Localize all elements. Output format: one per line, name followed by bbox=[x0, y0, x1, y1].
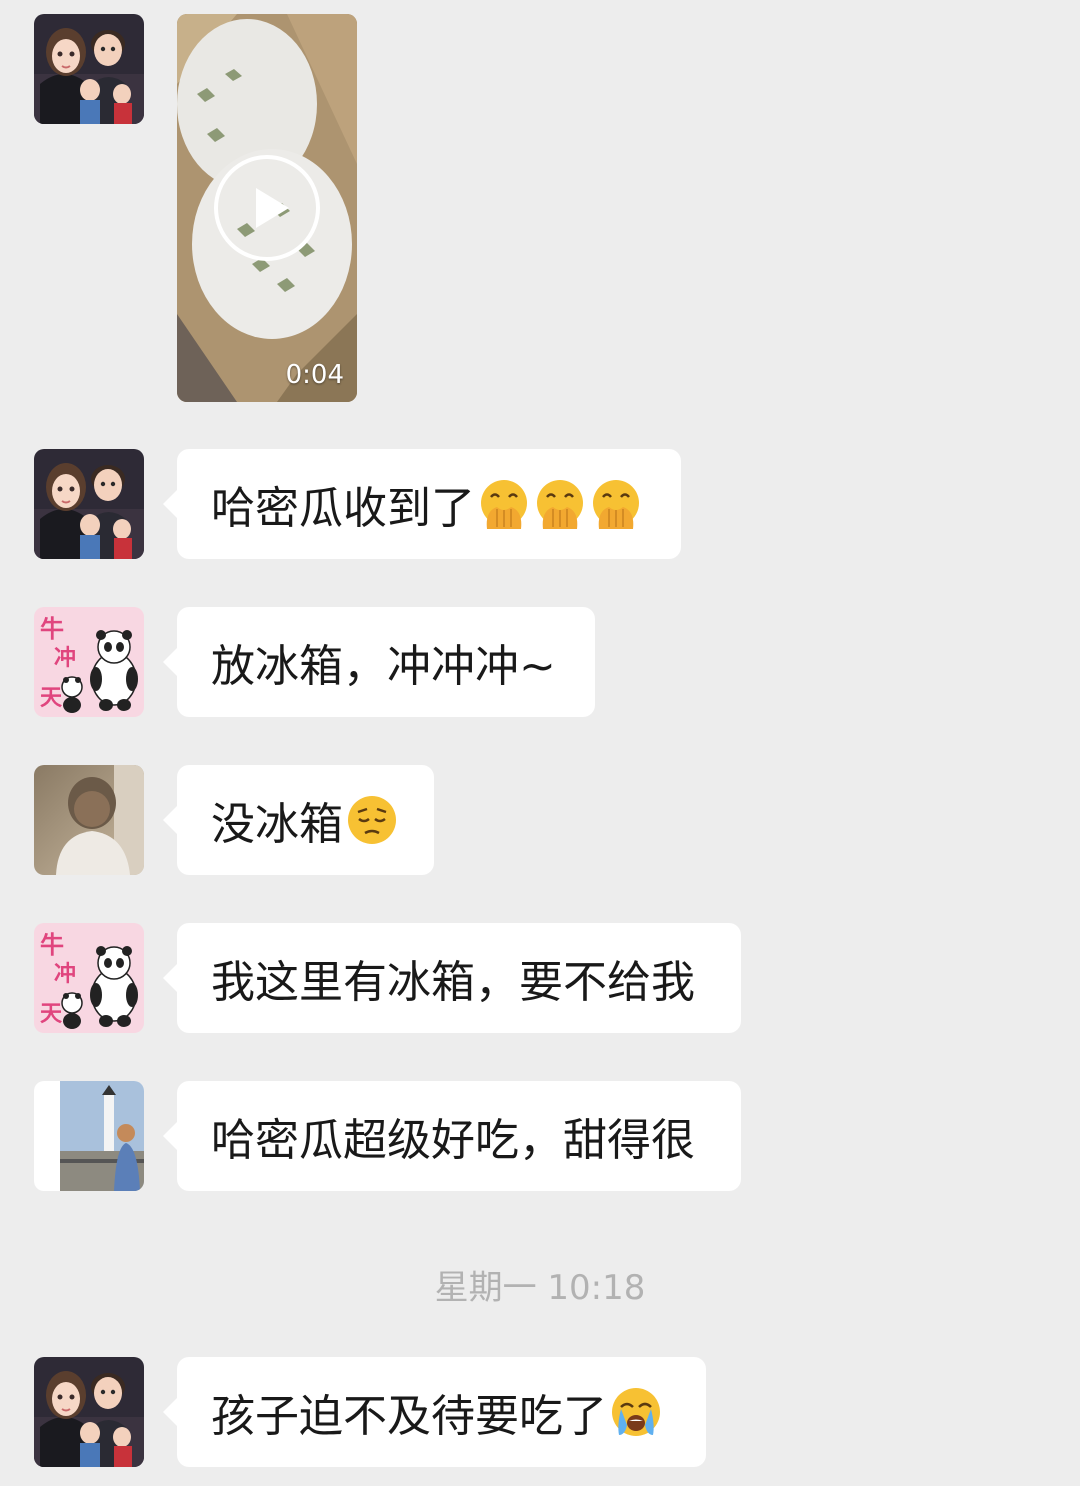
hand-over-mouth-emoji bbox=[533, 477, 587, 531]
message-text: 哈密瓜超级好吃，甜得很 bbox=[211, 1115, 695, 1166]
panda-niu-avatar[interactable]: 牛 冲 天 bbox=[34, 607, 144, 717]
svg-text:天: 天 bbox=[40, 686, 63, 711]
timestamp-divider: 星期一 10:18 bbox=[434, 1268, 646, 1308]
hand-over-mouth-emoji bbox=[589, 477, 643, 531]
hand-over-mouth-emoji bbox=[477, 477, 531, 531]
message-bubble[interactable]: 哈密瓜超级好吃，甜得很 bbox=[163, 1081, 741, 1191]
loudly-crying-face-emoji bbox=[609, 1385, 663, 1439]
message-bubble[interactable]: 放冰箱，冲冲冲~ bbox=[163, 607, 595, 717]
lighthouse-photo-avatar[interactable] bbox=[34, 1081, 144, 1191]
play-icon[interactable] bbox=[213, 154, 321, 262]
message-text: 孩子迫不及待要吃了 bbox=[211, 1391, 607, 1442]
message-bubble[interactable]: 没冰箱 bbox=[163, 765, 434, 875]
panda-niu-avatar[interactable]: 牛 冲 天 bbox=[34, 923, 144, 1033]
message-bubble[interactable]: 孩子迫不及待要吃了 bbox=[163, 1357, 706, 1467]
svg-text:冲: 冲 bbox=[54, 646, 76, 671]
message-text: 放冰箱，冲冲冲~ bbox=[211, 641, 556, 692]
svg-text:天: 天 bbox=[40, 1002, 63, 1027]
pensive-face-emoji bbox=[345, 793, 399, 847]
child-photo-avatar[interactable] bbox=[34, 765, 144, 875]
video-duration: 0:04 bbox=[285, 360, 344, 390]
svg-text:牛: 牛 bbox=[40, 615, 64, 643]
family-cartoon-avatar[interactable] bbox=[34, 1357, 144, 1467]
message-text: 没冰箱 bbox=[211, 799, 343, 850]
family-cartoon-avatar[interactable] bbox=[34, 14, 144, 124]
family-cartoon-avatar[interactable] bbox=[34, 449, 144, 559]
message-bubble[interactable]: 我这里有冰箱，要不给我 bbox=[163, 923, 741, 1033]
svg-text:冲: 冲 bbox=[54, 962, 76, 987]
svg-text:牛: 牛 bbox=[40, 931, 64, 959]
video-message[interactable]: 0:04 bbox=[177, 14, 357, 402]
message-text: 我这里有冰箱，要不给我 bbox=[211, 957, 695, 1008]
message-bubble[interactable]: 哈密瓜收到了 bbox=[163, 449, 681, 559]
message-text: 哈密瓜收到了 bbox=[211, 483, 475, 534]
